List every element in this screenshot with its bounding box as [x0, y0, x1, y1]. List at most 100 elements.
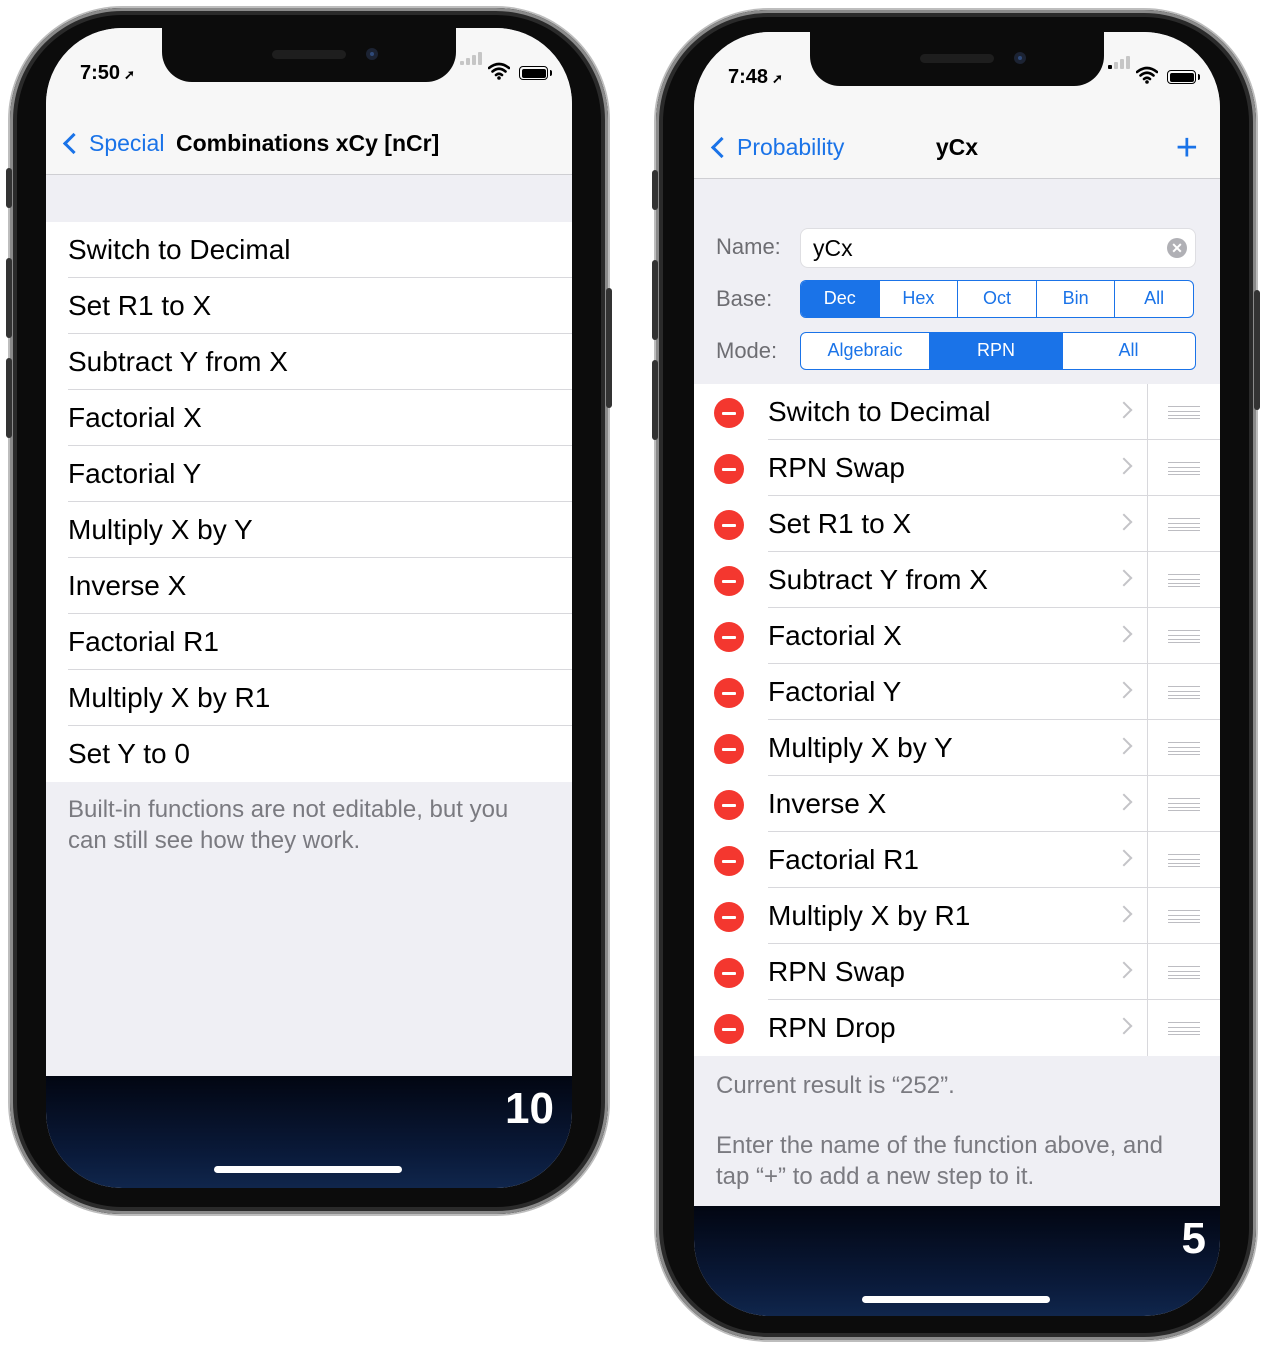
delete-icon[interactable]	[714, 902, 744, 932]
delete-icon[interactable]	[714, 510, 744, 540]
phone-left: 7:50 ➚ Special Combinations xCy [nCr] Swi…	[6, 8, 612, 1214]
notch	[162, 28, 456, 82]
list-item[interactable]: Switch to Decimal	[694, 384, 1220, 440]
status-time: 7:48 ➚	[728, 66, 783, 88]
base-option-all[interactable]: All	[1114, 281, 1193, 317]
battery-icon	[519, 66, 552, 80]
reorder-icon[interactable]	[1168, 966, 1200, 979]
volume-down-button	[6, 358, 12, 438]
chevron-right-icon	[1115, 849, 1133, 867]
step-label: Set R1 to X	[768, 508, 912, 539]
list-item[interactable]: Inverse X	[46, 558, 572, 614]
delete-icon[interactable]	[714, 398, 744, 428]
step-label: Subtract Y from X	[68, 346, 288, 377]
footer-note: Built-in functions are not editable, but…	[68, 796, 509, 854]
row-divider	[1147, 608, 1148, 664]
base-option-dec[interactable]: Dec	[801, 281, 879, 317]
footer-hint: Enter the name of the function above, an…	[716, 1132, 1163, 1190]
reorder-icon[interactable]	[1168, 406, 1200, 419]
name-input[interactable]	[811, 233, 1155, 263]
battery-icon	[1167, 70, 1200, 84]
reorder-icon[interactable]	[1168, 462, 1200, 475]
step-label: Switch to Decimal	[768, 396, 991, 427]
list-item[interactable]: RPN Swap	[694, 440, 1220, 496]
delete-icon[interactable]	[714, 734, 744, 764]
chevron-right-icon	[1115, 905, 1133, 923]
row-divider	[1147, 496, 1148, 552]
base-option-oct[interactable]: Oct	[957, 281, 1036, 317]
notch	[810, 32, 1104, 86]
list-item[interactable]: Multiply X by R1	[694, 888, 1220, 944]
step-label: Multiply X by Y	[68, 514, 253, 545]
list-item[interactable]: Factorial X	[46, 390, 572, 446]
delete-icon[interactable]	[714, 958, 744, 988]
back-label: Special	[89, 130, 165, 156]
base-segmented-control[interactable]: Dec Hex Oct Bin All	[800, 280, 1194, 318]
current-result: Current result is “252”.	[716, 1072, 955, 1099]
mode-option-rpn[interactable]: RPN	[929, 333, 1062, 369]
delete-icon[interactable]	[714, 454, 744, 484]
row-divider	[1147, 1000, 1148, 1056]
step-label: Factorial R1	[68, 626, 219, 657]
reorder-icon[interactable]	[1168, 854, 1200, 867]
base-option-bin[interactable]: Bin	[1035, 281, 1115, 317]
step-label: Factorial X	[68, 402, 202, 433]
delete-icon[interactable]	[714, 846, 744, 876]
delete-icon[interactable]	[714, 1014, 744, 1044]
list-item[interactable]: Multiply X by Y	[694, 720, 1220, 776]
delete-icon[interactable]	[714, 790, 744, 820]
reorder-icon[interactable]	[1168, 686, 1200, 699]
step-label: Factorial R1	[768, 844, 919, 875]
reorder-icon[interactable]	[1168, 1022, 1200, 1035]
list-item[interactable]: Factorial Y	[694, 664, 1220, 720]
list-item[interactable]: Set R1 to X	[46, 278, 572, 334]
list-item[interactable]: Set R1 to X	[694, 496, 1220, 552]
list-item[interactable]: Inverse X	[694, 776, 1220, 832]
list-item[interactable]: Factorial X	[694, 608, 1220, 664]
list-item[interactable]: Factorial Y	[46, 446, 572, 502]
clear-icon[interactable]: ✕	[1167, 238, 1187, 258]
row-divider	[1147, 944, 1148, 1000]
list-item[interactable]: Set Y to 0	[46, 726, 572, 782]
mode-option-all[interactable]: All	[1062, 333, 1194, 369]
mode-label: Mode:	[716, 338, 778, 363]
home-indicator[interactable]	[214, 1166, 402, 1173]
reorder-icon[interactable]	[1168, 910, 1200, 923]
status-time: 7:50 ➚	[80, 62, 135, 84]
nav-bar: Probability yCx +	[694, 120, 1220, 179]
chevron-right-icon	[1115, 737, 1133, 755]
base-option-hex[interactable]: Hex	[878, 281, 958, 317]
reorder-icon[interactable]	[1168, 742, 1200, 755]
back-button[interactable]: Special	[58, 130, 164, 157]
phone-right: 7:48 ➚ Probability yCx + Name: yCx ✕ Bas…	[652, 10, 1260, 1340]
mode-option-algebraic[interactable]: Algebraic	[801, 333, 929, 369]
list-item[interactable]: Switch to Decimal	[46, 222, 572, 278]
side-button	[606, 288, 612, 408]
delete-icon[interactable]	[714, 622, 744, 652]
delete-icon[interactable]	[714, 678, 744, 708]
reorder-icon[interactable]	[1168, 798, 1200, 811]
chevron-right-icon	[1115, 401, 1133, 419]
mode-segmented-control[interactable]: Algebraic RPN All	[800, 332, 1196, 370]
nav-bar: Special Combinations xCy [nCr]	[46, 116, 572, 175]
list-item[interactable]: RPN Swap	[694, 944, 1220, 1000]
step-label: Set Y to 0	[68, 738, 190, 769]
reorder-icon[interactable]	[1168, 630, 1200, 643]
row-divider	[1147, 440, 1148, 496]
wifi-icon	[1136, 66, 1158, 84]
list-item[interactable]: RPN Drop	[694, 1000, 1220, 1056]
name-field[interactable]: ✕	[800, 228, 1196, 268]
list-item[interactable]: Multiply X by Y	[46, 502, 572, 558]
list-item[interactable]: Subtract Y from X	[694, 552, 1220, 608]
base-label: Base:	[716, 286, 773, 311]
list-item[interactable]: Factorial R1	[694, 832, 1220, 888]
plus-icon[interactable]: +	[1176, 126, 1198, 170]
reorder-icon[interactable]	[1168, 574, 1200, 587]
step-label: Factorial X	[768, 620, 902, 651]
delete-icon[interactable]	[714, 566, 744, 596]
list-item[interactable]: Multiply X by R1	[46, 670, 572, 726]
list-item[interactable]: Subtract Y from X	[46, 334, 572, 390]
list-item[interactable]: Factorial R1	[46, 614, 572, 670]
home-indicator[interactable]	[862, 1296, 1050, 1303]
reorder-icon[interactable]	[1168, 518, 1200, 531]
